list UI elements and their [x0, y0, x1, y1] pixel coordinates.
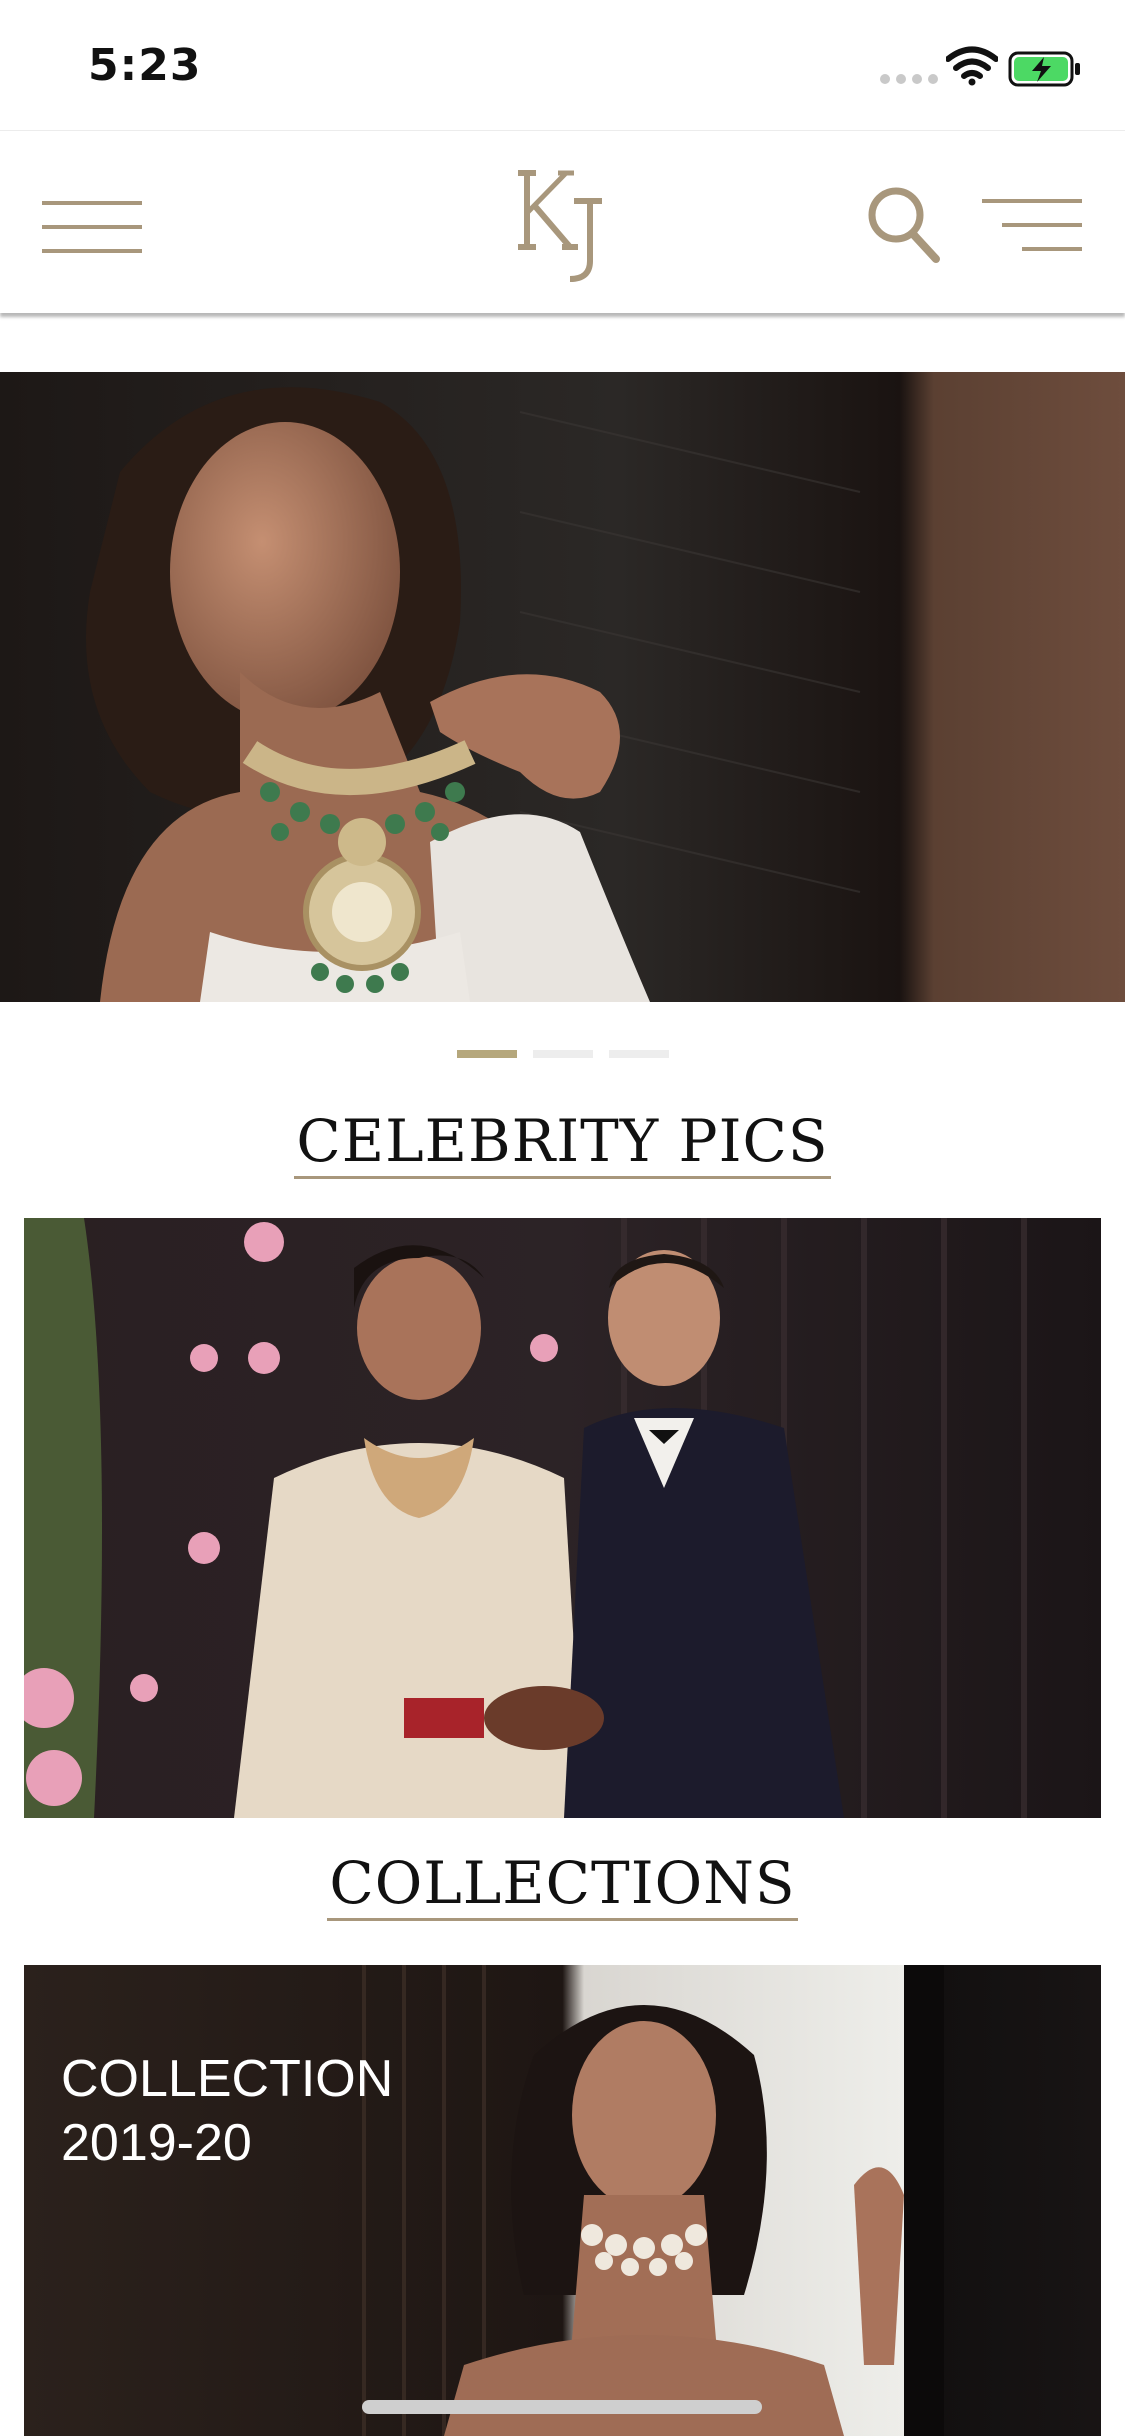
hero-image: [0, 372, 1125, 1002]
carousel-dot-3[interactable]: [608, 1050, 669, 1058]
carousel-dot-1[interactable]: [456, 1050, 517, 1058]
brand-logo[interactable]: [512, 165, 614, 283]
collection-photo: [24, 1965, 1101, 2436]
celebrity-pics-heading-container: CELEBRITY PICS: [0, 1112, 1125, 1179]
collection-card[interactable]: COLLECTION 2019-20: [24, 1965, 1101, 2436]
hamburger-menu-icon[interactable]: [42, 199, 142, 255]
filter-menu-icon[interactable]: [982, 197, 1082, 253]
hero-banner[interactable]: [0, 372, 1125, 1002]
battery-charging-icon: [1008, 51, 1080, 87]
navigation-header: [0, 130, 1125, 313]
home-indicator[interactable]: [362, 2400, 762, 2414]
collections-heading[interactable]: COLLECTIONS: [327, 1854, 798, 1921]
cellular-signal-icon: [880, 74, 938, 84]
celebrity-pics-heading[interactable]: CELEBRITY PICS: [294, 1112, 831, 1179]
celebrity-pics-image[interactable]: [24, 1218, 1101, 1818]
collections-heading-container: COLLECTIONS: [0, 1854, 1125, 1921]
celebrity-photo: [24, 1218, 1101, 1818]
search-icon[interactable]: [866, 185, 942, 265]
collection-title: COLLECTION 2019-20: [61, 2050, 394, 2172]
app-screen: 5:23 CELEBRITY PICS COLLECTIONS COLLECTI…: [0, 0, 1125, 2436]
wifi-icon: [946, 46, 998, 86]
status-time: 5:23: [88, 40, 202, 91]
carousel-dot-2[interactable]: [532, 1050, 593, 1058]
carousel-indicator[interactable]: [0, 1050, 1125, 1058]
status-bar: 5:23: [0, 0, 1125, 130]
